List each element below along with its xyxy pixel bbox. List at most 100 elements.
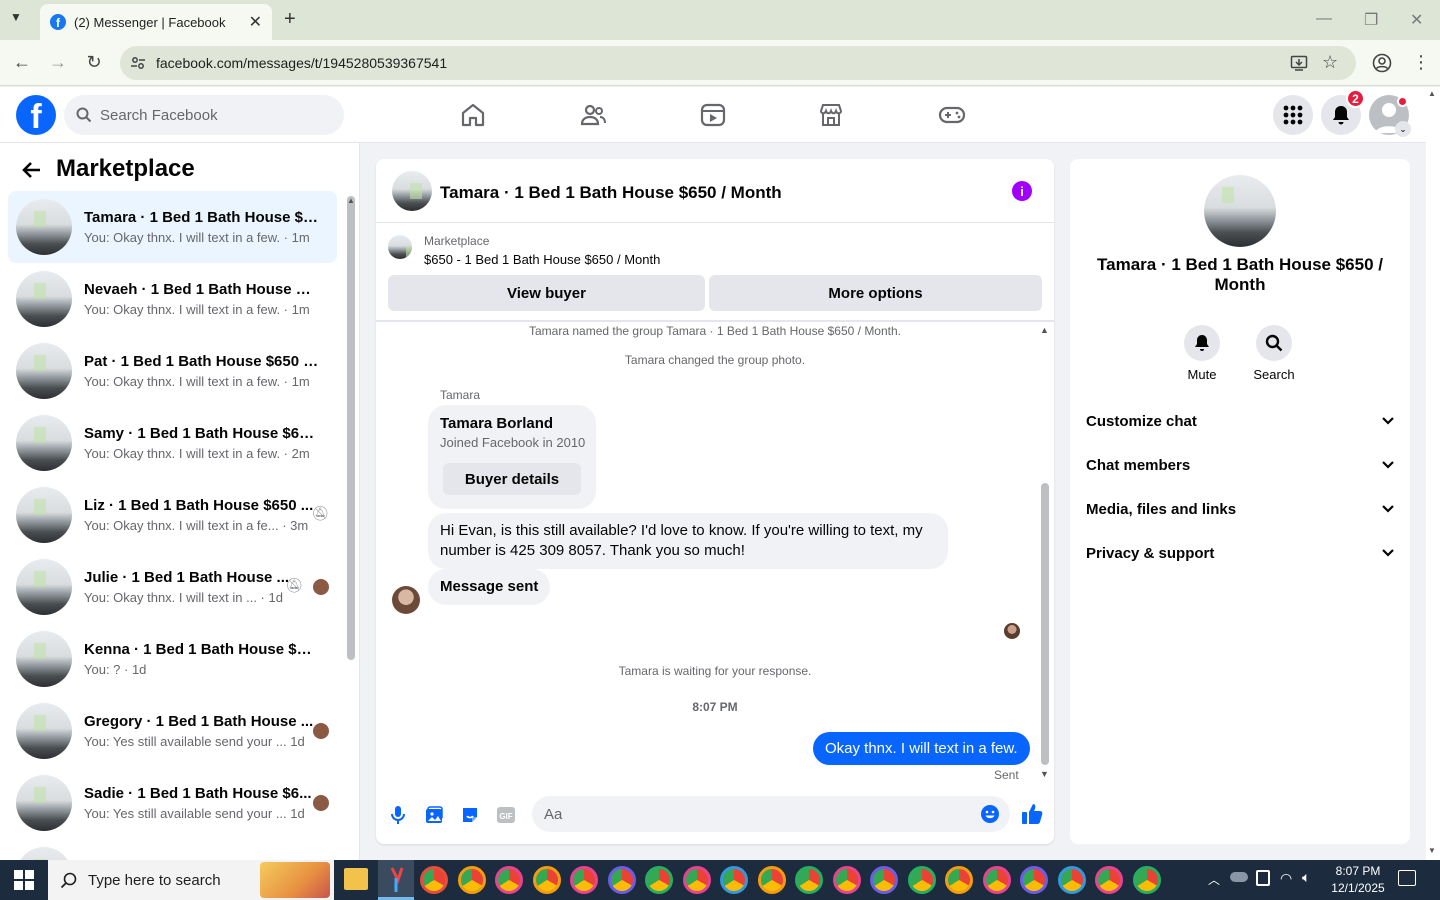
chrome-window-icon[interactable]: [757, 866, 786, 894]
photo-icon[interactable]: [424, 805, 444, 825]
section-media-files-links[interactable]: Media, files and links: [1086, 487, 1394, 531]
section-privacy-support[interactable]: Privacy & support: [1086, 531, 1394, 575]
chevron-down-icon[interactable]: ⌄: [1395, 121, 1411, 137]
chrome-window-icon[interactable]: [1132, 866, 1161, 894]
chrome-window-icon[interactable]: [420, 866, 448, 894]
message-input[interactable]: Aa: [532, 796, 1010, 832]
notification-center-icon[interactable]: [1398, 870, 1416, 886]
incoming-message[interactable]: Message sent: [428, 569, 551, 605]
chrome-window-icon[interactable]: [945, 866, 973, 894]
section-chat-members[interactable]: Chat members: [1086, 443, 1394, 487]
file-explorer-icon[interactable]: [344, 868, 368, 890]
site-settings-icon[interactable]: [130, 55, 146, 71]
emoji-icon[interactable]: [980, 804, 1000, 824]
conversation-item[interactable]: Sadie · 1 Bed 1 Bath House $6... You: Yes…: [8, 767, 337, 839]
scroll-up-icon[interactable]: ▲: [1040, 325, 1049, 335]
conversation-item[interactable]: Kaisha · 1 Bed 1 Bath House $650: [8, 839, 337, 860]
chrome-window-icon[interactable]: [495, 866, 523, 894]
minimize-icon[interactable]: —: [1316, 10, 1332, 28]
microphone-icon[interactable]: [388, 805, 408, 825]
tab-close-icon[interactable]: ✕: [249, 12, 262, 32]
back-arrow-icon[interactable]: [22, 160, 42, 180]
conversation-item[interactable]: Samy · 1 Bed 1 Bath House $650 ... You: O…: [8, 407, 337, 479]
url-field[interactable]: facebook.com/messages/t/1945280539367541…: [120, 46, 1356, 80]
scroll-down-icon[interactable]: ▼: [1428, 846, 1436, 855]
browser-menu-icon[interactable]: ⋮: [1412, 52, 1430, 73]
scroll-up-icon[interactable]: ▲: [347, 196, 355, 205]
chrome-window-icon[interactable]: [457, 866, 486, 894]
chrome-window-icon[interactable]: [607, 866, 636, 894]
more-options-button[interactable]: More options: [709, 275, 1042, 311]
chrome-window-icon[interactable]: [1020, 866, 1048, 894]
chrome-window-icon[interactable]: [532, 866, 561, 894]
view-buyer-button[interactable]: View buyer: [388, 275, 705, 311]
clock[interactable]: 8:07 PM 12/1/2025: [1326, 863, 1390, 897]
buyer-details-button[interactable]: Buyer details: [443, 463, 581, 495]
browser-tab[interactable]: f (2) Messenger | Facebook ✕: [40, 4, 272, 40]
conversation-item[interactable]: Liz · 1 Bed 1 Bath House $650 ... You: Ok…: [8, 479, 337, 551]
chrome-window-icon[interactable]: [645, 866, 673, 894]
sender-avatar[interactable]: [392, 586, 420, 614]
mute-button[interactable]: Mute: [1172, 325, 1232, 382]
page-scrollbar[interactable]: [1426, 87, 1440, 860]
bookmark-star-icon[interactable]: ☆: [1322, 52, 1338, 73]
new-tab-button[interactable]: +: [284, 8, 296, 31]
active-app-button[interactable]: [378, 860, 414, 900]
video-icon[interactable]: [697, 100, 729, 130]
chrome-window-icon[interactable]: [982, 866, 1011, 894]
chrome-window-icon[interactable]: [832, 866, 861, 894]
reload-icon[interactable]: ↻: [82, 52, 106, 73]
conversation-list-scrollbar[interactable]: [347, 196, 355, 660]
incoming-message[interactable]: Hi Evan, is this still available? I'd lo…: [428, 513, 948, 569]
section-customize-chat[interactable]: Customize chat: [1086, 399, 1394, 443]
tab-list-chevron-icon[interactable]: ▼: [10, 10, 22, 24]
conversation-item[interactable]: Gregory · 1 Bed 1 Bath House ... You: Yes…: [8, 695, 337, 767]
chat-title[interactable]: Tamara · 1 Bed 1 Bath House $650 / Month: [440, 183, 782, 203]
marketplace-icon[interactable]: [815, 100, 847, 130]
friends-icon[interactable]: [577, 100, 609, 130]
back-arrow-icon[interactable]: ←: [10, 52, 34, 73]
menu-grid-button[interactable]: [1273, 95, 1313, 135]
meet-now-icon[interactable]: [1256, 870, 1270, 886]
conversation-item[interactable]: Kenna · 1 Bed 1 Bath House $650... You: ?…: [8, 623, 337, 695]
network-icon[interactable]: ◠: [1280, 870, 1292, 887]
chrome-window-icon[interactable]: [795, 866, 823, 894]
conversation-item[interactable]: Julie · 1 Bed 1 Bath House ... You: Okay …: [8, 551, 337, 623]
onedrive-icon[interactable]: [1230, 872, 1248, 882]
thumbs-up-icon[interactable]: [1021, 803, 1043, 825]
conversation-item[interactable]: Pat · 1 Bed 1 Bath House $650 / ... You: …: [8, 335, 337, 407]
forward-arrow-icon[interactable]: →: [46, 52, 70, 73]
profile-icon[interactable]: [1372, 53, 1392, 73]
install-app-icon[interactable]: [1290, 54, 1308, 72]
info-icon[interactable]: i: [1012, 181, 1032, 201]
conversation-item[interactable]: Tamara · 1 Bed 1 Bath House $65... You: O…: [8, 191, 337, 263]
facebook-logo[interactable]: f: [16, 95, 56, 135]
scroll-up-icon[interactable]: ▲: [1428, 89, 1436, 98]
volume-icon[interactable]: 🔈︎: [1302, 869, 1310, 886]
group-photo[interactable]: [1204, 175, 1276, 247]
chrome-window-icon[interactable]: [1057, 866, 1086, 894]
home-icon[interactable]: [457, 100, 489, 130]
window-close-icon[interactable]: ✕: [1410, 10, 1423, 30]
listing-title[interactable]: $650 - 1 Bed 1 Bath House $650 / Month: [424, 252, 660, 267]
sticker-icon[interactable]: [460, 805, 480, 825]
gaming-icon[interactable]: [936, 100, 968, 130]
search-conversation-button[interactable]: Search: [1244, 325, 1304, 382]
taskbar-search-input[interactable]: Type here to search: [48, 860, 334, 900]
restore-icon[interactable]: ❐: [1364, 10, 1378, 30]
chrome-window-icon[interactable]: [907, 866, 936, 894]
chrome-window-icon[interactable]: [720, 866, 748, 894]
facebook-search-input[interactable]: Search Facebook: [64, 95, 344, 135]
chrome-window-icon[interactable]: [1095, 866, 1123, 894]
windows-start-icon[interactable]: [14, 870, 34, 890]
gif-icon[interactable]: GIF: [496, 805, 516, 825]
chat-scrollbar[interactable]: [1041, 483, 1049, 765]
chrome-window-icon[interactable]: [570, 866, 598, 894]
chat-group-photo[interactable]: [392, 171, 432, 211]
conversation-item[interactable]: Nevaeh · 1 Bed 1 Bath House $6... You: Ok…: [8, 263, 337, 335]
chrome-window-icon[interactable]: [870, 866, 898, 894]
chrome-window-icon[interactable]: [682, 866, 711, 894]
scroll-down-icon[interactable]: ▼: [1040, 769, 1049, 779]
outgoing-message[interactable]: Okay thnx. I will text in a few.: [813, 732, 1030, 765]
show-hidden-icons[interactable]: ︿: [1208, 871, 1220, 888]
